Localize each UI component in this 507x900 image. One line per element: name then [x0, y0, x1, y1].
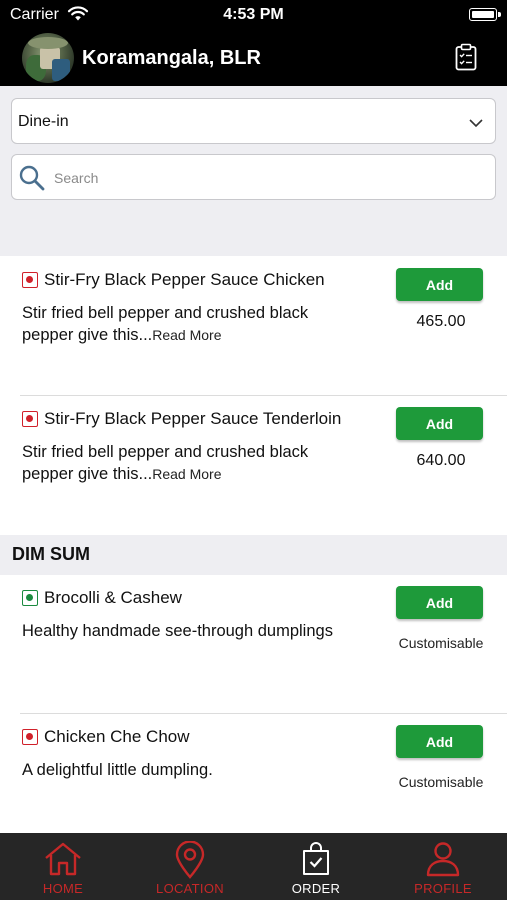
tab-home[interactable]: HOME — [0, 833, 126, 900]
order-type-value: Dine-in — [18, 113, 69, 130]
filter-controls: Dine-in — [0, 86, 507, 256]
non-veg-icon — [22, 411, 38, 427]
item-description: Healthy handmade see-through dumplings — [22, 622, 333, 640]
item-name: Stir-Fry Black Pepper Sauce Tenderloin — [44, 409, 342, 428]
add-button[interactable]: Add — [396, 407, 483, 440]
item-name: Brocolli & Cashew — [44, 588, 182, 607]
item-price: 640.00 — [416, 452, 466, 469]
bottom-tab-bar: HOME LOCATION ORDER PROFILE — [0, 833, 507, 900]
status-time: 4:53 PM — [223, 6, 284, 23]
app-header: Carrier 4:53 PM Koramangala, BLR — [0, 0, 507, 86]
tab-location[interactable]: LOCATION — [127, 833, 253, 900]
chevron-down-icon — [469, 115, 483, 133]
location-pin-icon — [127, 841, 253, 879]
item-description: Stir fried bell pepper and crushed black… — [22, 302, 362, 346]
add-button[interactable]: Add — [396, 586, 483, 619]
clipboard-icon[interactable] — [455, 43, 477, 76]
veg-icon — [22, 590, 38, 606]
tab-order[interactable]: ORDER — [253, 833, 379, 900]
item-name: Chicken Che Chow — [44, 727, 190, 746]
item-description: A delightful little dumpling. — [22, 761, 213, 779]
battery-icon — [469, 8, 501, 21]
home-icon — [0, 841, 126, 877]
profile-icon — [380, 841, 506, 877]
tab-label: PROFILE — [414, 881, 472, 896]
menu-item: Brocolli & Cashew Healthy handmade see-t… — [0, 575, 507, 713]
category-header: DIM SUM — [0, 535, 507, 575]
read-more-link[interactable]: Read More — [152, 466, 221, 482]
read-more-link[interactable]: Read More — [152, 327, 221, 343]
menu-item: Stir-Fry Black Pepper Sauce Tenderloin S… — [0, 396, 507, 534]
category-title: DIM SUM — [12, 544, 90, 564]
add-button[interactable]: Add — [396, 268, 483, 301]
menu-item: Chicken Che Chow A delightful little dum… — [0, 714, 507, 833]
tab-label: ORDER — [291, 881, 341, 896]
search-icon — [18, 164, 46, 197]
non-veg-icon — [22, 272, 38, 288]
location-avatar[interactable] — [22, 33, 74, 83]
tab-label: HOME — [42, 881, 84, 896]
item-price: 465.00 — [416, 313, 466, 330]
tab-label: LOCATION — [156, 881, 224, 896]
search-box[interactable] — [11, 154, 496, 200]
tab-profile[interactable]: PROFILE — [380, 833, 506, 900]
customisable-label: Customisable — [398, 635, 484, 651]
non-veg-icon — [22, 729, 38, 745]
customisable-label: Customisable — [398, 774, 484, 790]
item-description: Stir fried bell pepper and crushed black… — [22, 441, 362, 485]
add-button[interactable]: Add — [396, 725, 483, 758]
status-bar: Carrier 4:53 PM — [0, 0, 507, 32]
item-name: Stir-Fry Black Pepper Sauce Chicken — [44, 270, 325, 289]
location-title[interactable]: Koramangala, BLR — [82, 47, 261, 70]
shopping-bag-icon — [253, 841, 379, 877]
order-type-dropdown[interactable]: Dine-in — [11, 98, 496, 144]
search-input[interactable] — [54, 167, 474, 189]
menu-item: Stir-Fry Black Pepper Sauce Chicken Stir… — [0, 256, 507, 396]
